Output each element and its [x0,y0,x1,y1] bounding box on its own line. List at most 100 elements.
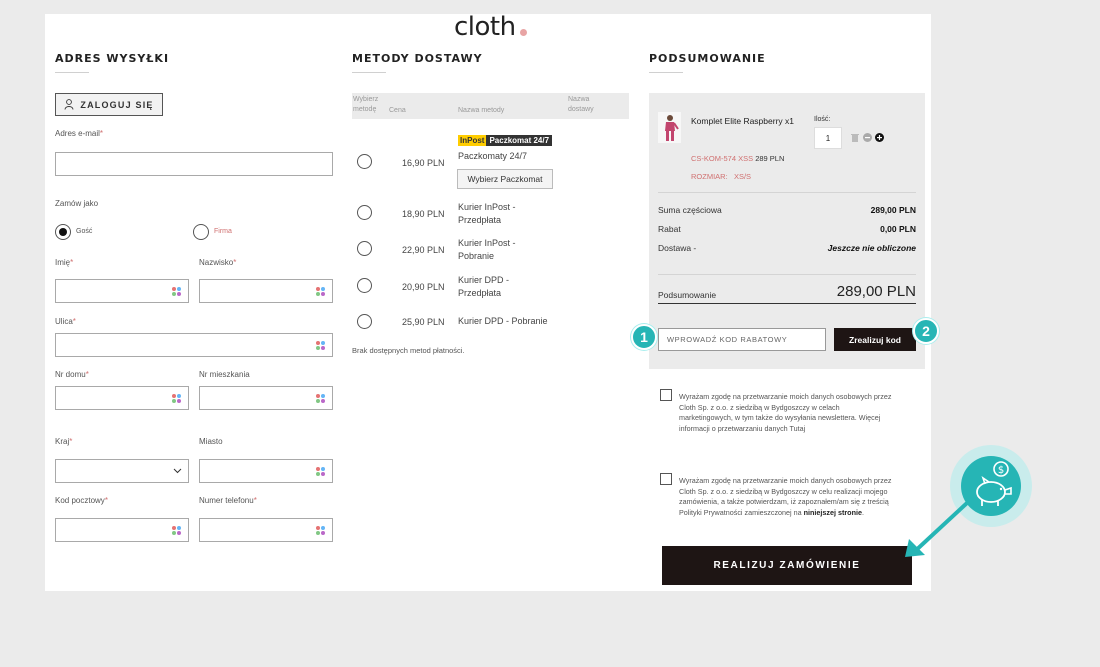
order-consent-text: Wyrażam zgodę na przetwarzanie moich dan… [679,476,892,517]
order-as-label: Zamów jako [55,199,99,208]
autofill-icon[interactable] [171,525,182,536]
product-name[interactable]: Komplet Elite Raspberry x1 [691,116,794,126]
summary-title: PODSUMOWANIE [649,52,766,65]
apply-coupon-button[interactable]: Zrealizuj kod [834,328,916,351]
postal-field[interactable] [55,518,189,542]
order-summary-box: Komplet Elite Raspberry x1 Ilość: 1 CS-K… [649,93,925,369]
shipping-cost-label: Dostawa - [658,243,697,253]
city-field[interactable] [199,459,333,483]
annotation-badge-2: 2 [913,318,939,344]
discount-label: Rabat [658,224,681,234]
user-icon [64,99,74,110]
product-sku: CS-KOM-574 XSS 289 PLN [691,154,785,163]
house-no-field[interactable] [55,386,189,410]
delivery-price: 20,90 PLN [402,282,445,292]
svg-text:$: $ [998,465,1004,476]
inpost-badge: InPost Paczkomat 24/7 [458,135,553,146]
last-name-field[interactable] [199,279,333,303]
phone-field[interactable] [199,518,333,542]
delivery-method-name: Kurier DPD - Przedpłata [458,275,510,298]
privacy-link[interactable]: niniejszej stronie [804,508,862,517]
autofill-icon[interactable] [171,393,182,404]
street-field[interactable] [55,333,333,357]
delivery-method-name: Kurier DPD - Pobranie [458,316,548,326]
phone-label: Numer telefonu* [199,496,257,505]
email-field[interactable] [55,152,333,176]
delivery-price: 22,90 PLN [402,245,445,255]
delivery-radio-dpd-cod[interactable] [357,314,372,329]
delivery-method-name: Paczkomaty 24/7 [458,151,528,161]
subtotal-value: 289,00 PLN [870,205,916,215]
col-delivery-name: Nazwa dostawy [568,96,594,113]
marketing-consent-text: Wyrażam zgodę na przetwarzanie moich dan… [679,392,892,433]
autofill-icon[interactable] [315,340,326,351]
total-value: 289,00 PLN [836,283,916,300]
plus-icon[interactable] [875,133,884,142]
autofill-icon[interactable] [315,466,326,477]
logo-dot [520,29,527,36]
divider [55,72,89,73]
autofill-icon[interactable] [315,286,326,297]
divider [658,303,916,304]
checkout-page: cloth ADRES WYSYŁKI ZALOGUJ SIĘ Adres e-… [45,12,931,591]
divider [658,192,916,193]
coupon-input[interactable]: WPROWADŹ KOD RABATOWY [658,328,826,351]
product-size: ROZMIAR: XS/S [691,172,752,181]
city-label: Miasto [199,437,223,446]
paczkomat-tag: Paczkomat 24/7 [486,135,553,146]
autofill-icon[interactable] [315,393,326,404]
delivery-method-name: Kurier InPost - Przedpłata [458,202,516,225]
product-thumbnail[interactable] [658,112,681,143]
no-payment-note: Brak dostępnych metod płatności. [352,346,465,355]
postal-label: Kod pocztowy* [55,496,108,505]
guest-radio[interactable] [55,224,71,240]
order-consent-checkbox[interactable] [660,473,672,485]
qty-input[interactable]: 1 [814,127,842,149]
guest-label: Gość [76,228,93,235]
house-no-label: Nr domu* [55,370,89,379]
place-order-button[interactable]: REALIZUJ ZAMÓWIENIE [662,546,912,585]
delivery-price: 18,90 PLN [402,209,445,219]
divider [352,72,386,73]
trash-icon[interactable] [851,133,859,142]
last-name-label: Nazwisko* [199,258,237,267]
minus-icon[interactable] [863,133,872,142]
country-select[interactable] [55,459,189,483]
divider [658,274,916,275]
marketing-consent-checkbox[interactable] [660,389,672,401]
autofill-icon[interactable] [171,286,182,297]
delivery-radio-inpost-cod[interactable] [357,241,372,256]
arrow-icon [905,501,969,557]
divider [649,72,683,73]
email-label: Adres e-mail* [55,129,104,138]
discount-value: 0,00 PLN [880,224,916,234]
chevron-down-icon [173,468,182,474]
shipping-title: ADRES WYSYŁKI [55,52,170,65]
delivery-radio-dpd-prepaid[interactable] [357,278,372,293]
delivery-table-header: Wybierz metodę Cena Nazwa metody Nazwa d… [352,93,629,119]
apt-no-label: Nr mieszkania [199,370,250,379]
company-label: Firma [214,228,232,235]
delivery-radio-inpost-prepaid[interactable] [357,205,372,220]
autofill-icon[interactable] [315,525,326,536]
col-select: Wybierz metodę [353,96,379,113]
login-button[interactable]: ZALOGUJ SIĘ [55,93,163,116]
brand-logo[interactable]: cloth [454,12,516,42]
first-name-label: Imię* [55,258,74,267]
col-price: Cena [389,107,406,114]
subtotal-label: Suma częściowa [658,205,722,215]
company-radio[interactable] [193,224,209,240]
apt-no-field[interactable] [199,386,333,410]
country-label: Kraj* [55,437,73,446]
col-name: Nazwa metody [458,107,505,114]
delivery-radio-paczkomat[interactable] [357,154,372,169]
first-name-field[interactable] [55,279,189,303]
total-label: Podsumowanie [658,290,717,300]
qty-label: Ilość: [814,116,831,123]
inpost-tag: InPost [458,135,487,146]
shipping-cost-value: Jeszcze nie obliczone [827,243,916,253]
street-label: Ulica* [55,317,76,326]
delivery-method-name: Kurier InPost - Pobranie [458,238,516,261]
choose-paczkomat-button[interactable]: Wybierz Paczkomat [457,169,553,189]
delivery-price: 16,90 PLN [402,158,445,168]
